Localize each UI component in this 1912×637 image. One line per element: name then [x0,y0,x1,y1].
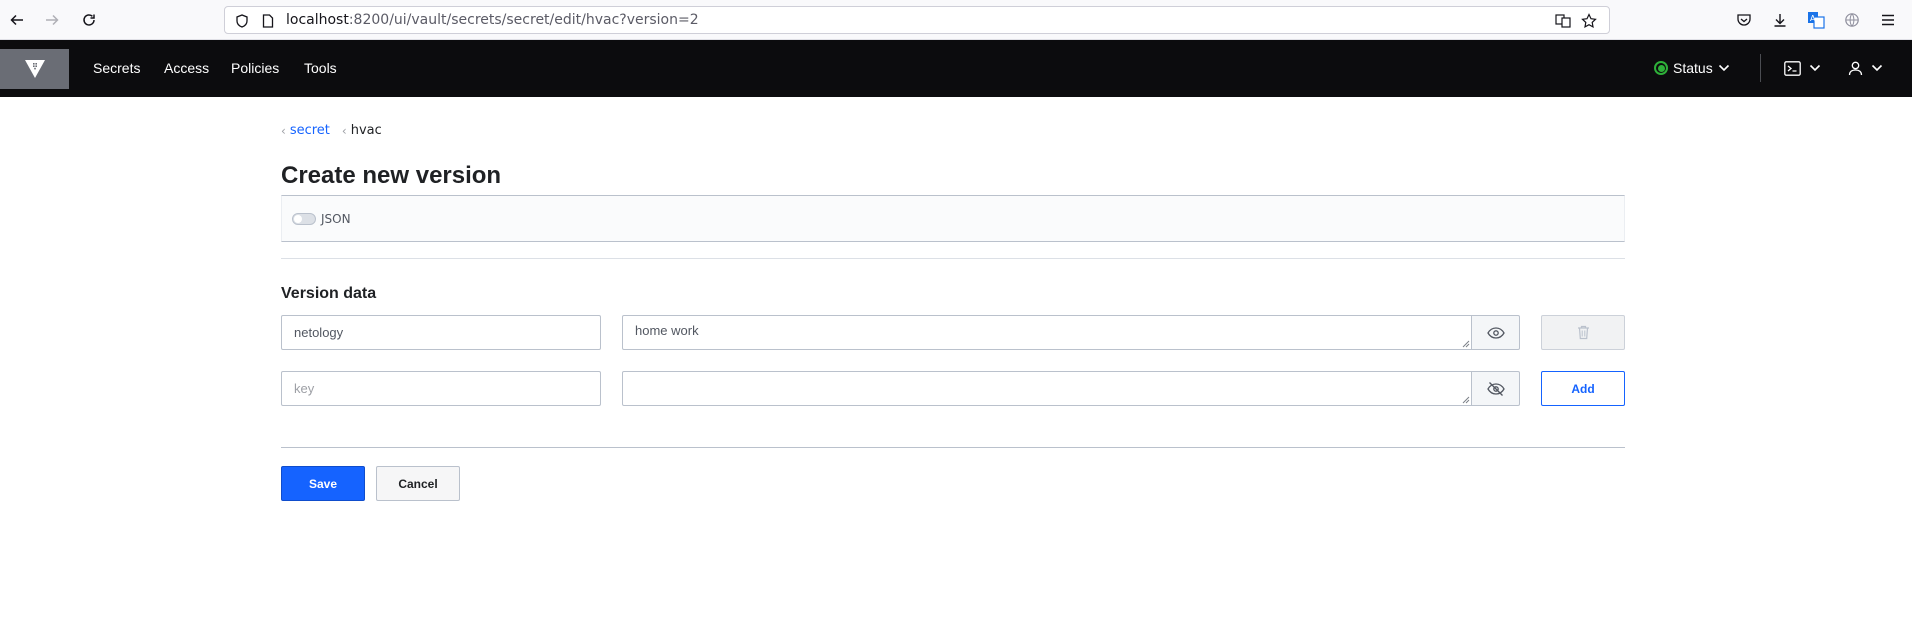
download-icon[interactable] [1770,10,1790,30]
menu-icon[interactable] [1878,10,1898,30]
vault-navbar: Secrets Access Policies Tools Status [0,40,1912,97]
nav-secrets[interactable]: Secrets [93,60,140,76]
nav-policies[interactable]: Policies [231,60,279,76]
show-value-button-new[interactable] [1471,371,1520,406]
eye-off-icon [1486,381,1505,396]
save-button[interactable]: Save [281,466,365,501]
json-toggle-label[interactable]: JSON [321,212,351,226]
eye-icon [1486,326,1505,339]
url-text: localhost:8200/ui/vault/secrets/secret/e… [286,12,699,28]
pocket-icon[interactable] [1734,10,1754,30]
user-icon [1848,61,1863,75]
json-toggle[interactable] [292,213,316,225]
nav-divider [1760,54,1761,82]
url-host: localhost [286,12,349,28]
page-title: Create new version [281,162,502,189]
url-path: :8200/ui/vault/secrets/secret/edit/hvac?… [348,12,699,28]
breadcrumb-current: hvac [350,123,382,138]
value-text: home work [635,323,699,338]
nav-access[interactable]: Access [164,60,209,76]
back-icon[interactable] [5,8,29,32]
divider [281,258,1625,259]
status-label: Status [1673,60,1713,76]
console-menu[interactable] [1784,58,1821,78]
svg-text:A: A [1810,14,1816,23]
value-textarea-new[interactable] [622,371,1472,406]
breadcrumb-chevron-icon: ‹ [281,123,286,138]
chevron-down-icon [1718,64,1729,72]
chevron-down-icon [1871,64,1883,72]
resize-handle-icon[interactable] [1460,338,1470,348]
vault-logo-icon [24,60,45,78]
divider [281,447,1625,448]
bookmark-star-icon[interactable] [1580,12,1598,30]
resize-handle-icon[interactable] [1460,394,1470,404]
status-menu[interactable]: Status [1654,57,1730,79]
translate-icon[interactable] [1554,12,1572,30]
shield-icon[interactable] [233,12,251,30]
user-menu[interactable] [1848,58,1883,78]
breadcrumb-item-hvac: ‹ hvac [342,123,382,138]
terminal-icon [1784,60,1801,76]
browser-toolbar: localhost:8200/ui/vault/secrets/secret/e… [0,0,1912,40]
trash-icon [1577,325,1589,340]
breadcrumb-item-secret[interactable]: ‹ secret [281,123,330,138]
status-ok-icon [1654,61,1668,75]
json-toolbar: JSON [281,195,1625,242]
forward-icon[interactable] [40,8,64,32]
chevron-down-icon [1809,64,1821,72]
breadcrumb: ‹ secret ‹ hvac [281,123,382,138]
breadcrumb-chevron-icon: ‹ [341,123,347,138]
delete-row-button[interactable] [1541,315,1625,350]
url-bar[interactable]: localhost:8200/ui/vault/secrets/secret/e… [224,6,1610,34]
globe-icon[interactable] [1842,10,1862,30]
page-icon[interactable] [259,12,277,30]
translator-extension-icon[interactable]: A [1806,10,1826,30]
vault-logo[interactable] [0,49,69,89]
key-input-new[interactable]: key [281,371,601,406]
nav-tools[interactable]: Tools [304,60,337,76]
cancel-button[interactable]: Cancel [376,466,460,501]
reload-icon[interactable] [77,8,101,32]
value-textarea[interactable]: home work [622,315,1472,350]
key-input[interactable]: netology [281,315,601,350]
breadcrumb-link[interactable]: secret [290,123,330,138]
show-value-button[interactable] [1471,315,1520,350]
add-row-button[interactable]: Add [1541,371,1625,406]
section-title: Version data [281,285,377,302]
